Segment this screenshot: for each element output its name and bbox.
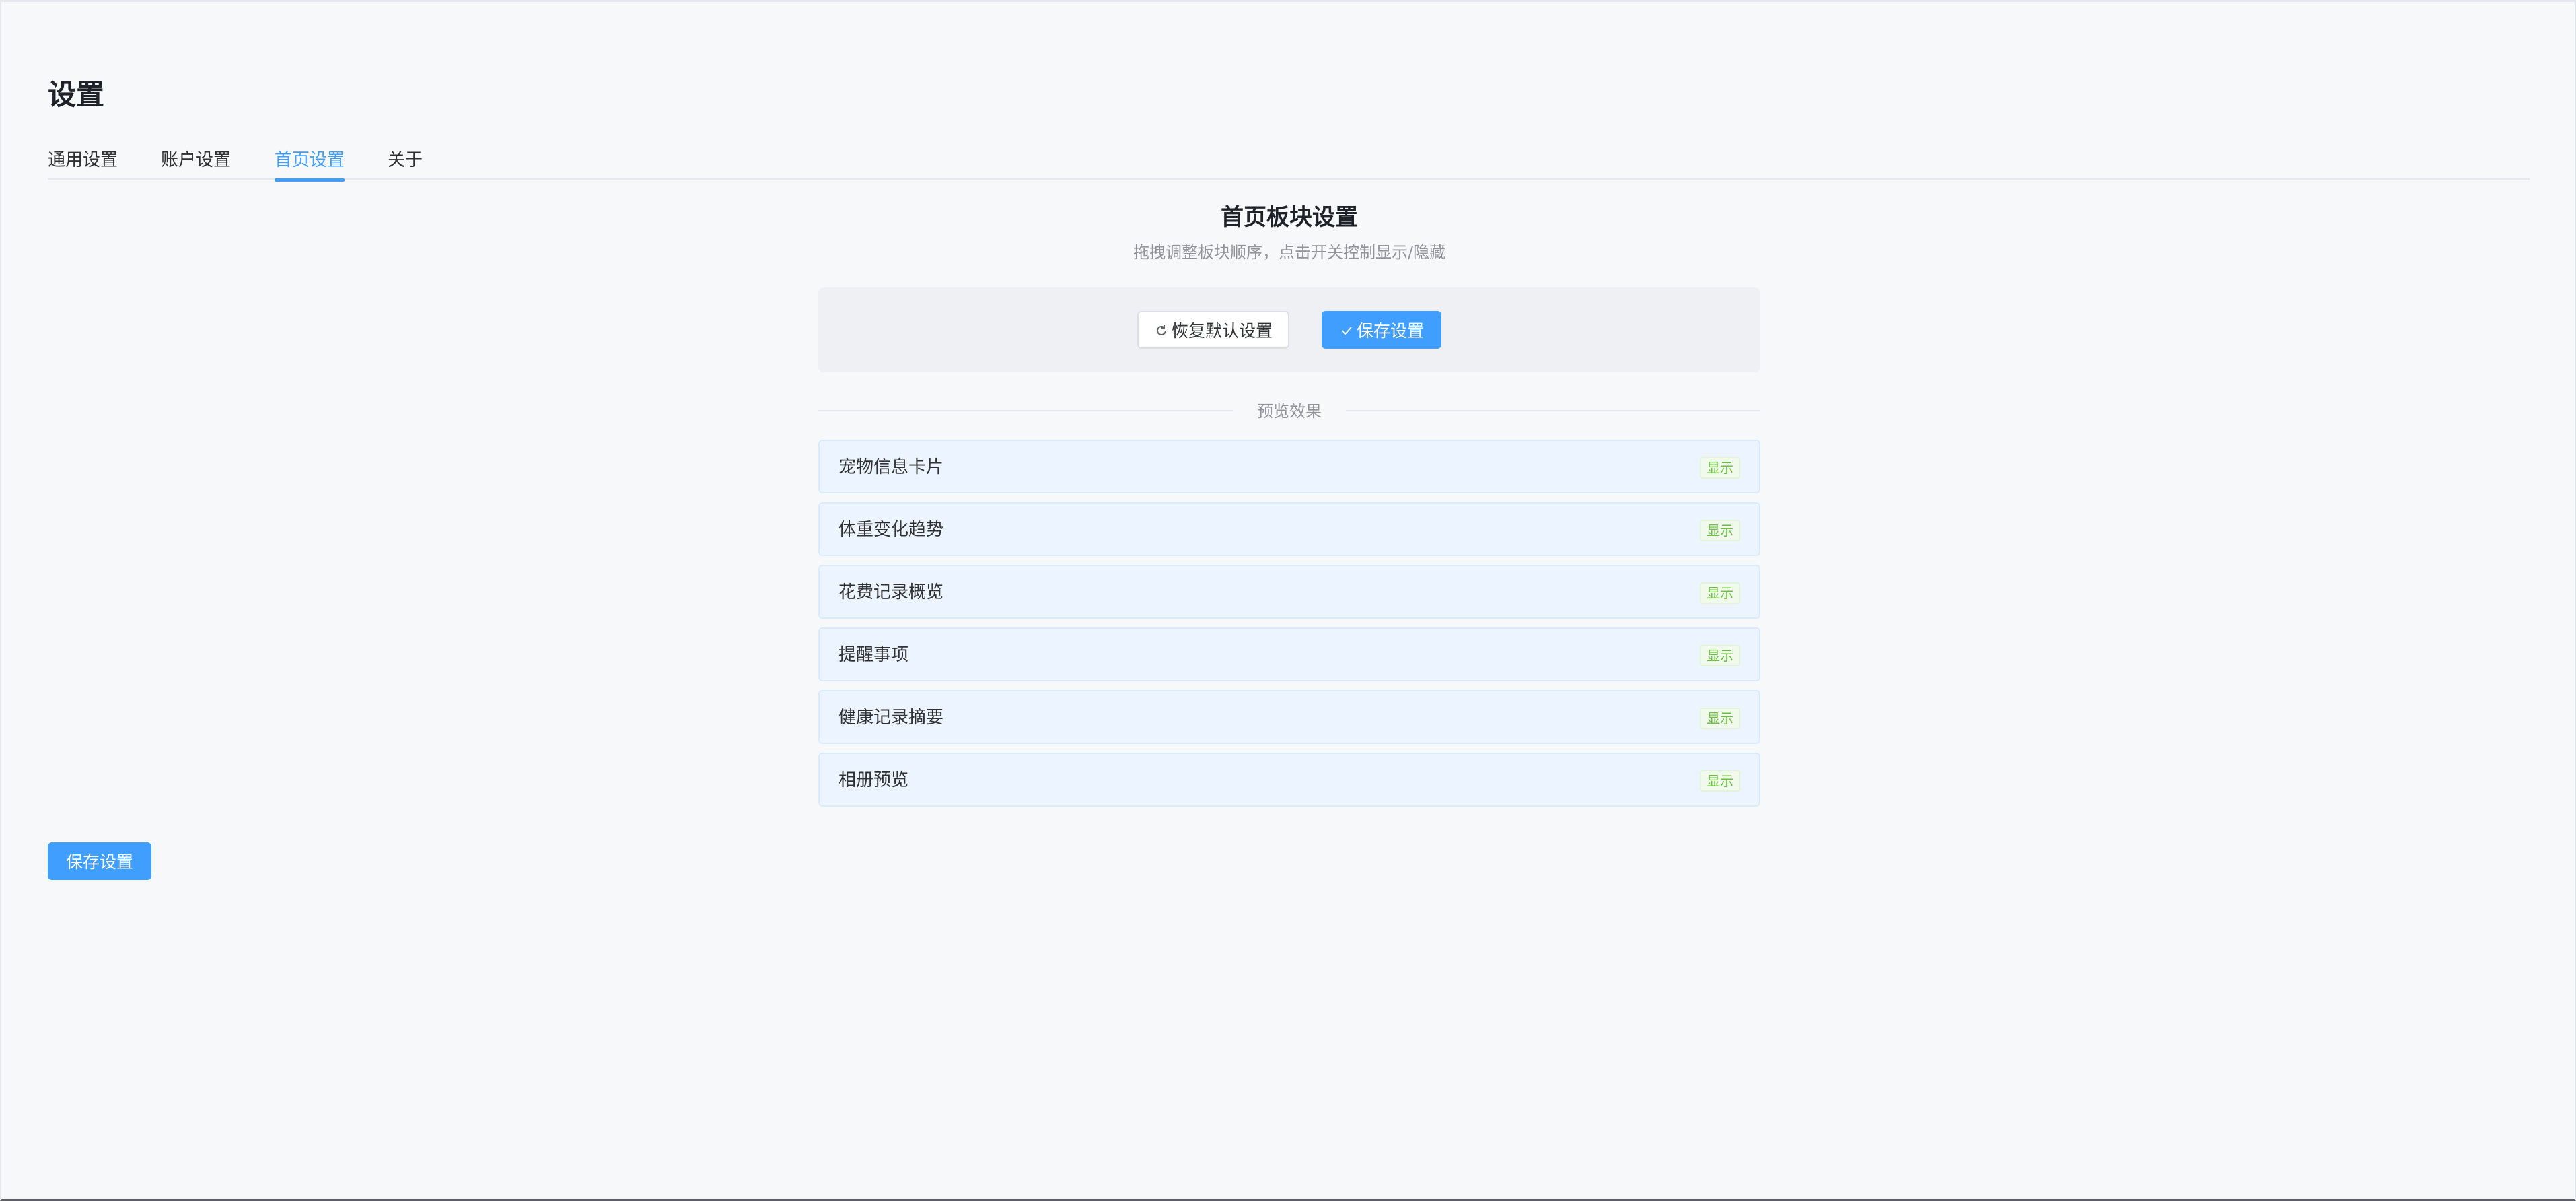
- tab-homepage[interactable]: 首页设置: [275, 146, 345, 182]
- section-item-label: 健康记录摘要: [838, 708, 944, 728]
- status-badge: 显示: [1700, 645, 1740, 666]
- status-badge: 显示: [1700, 582, 1740, 604]
- check-icon: [1339, 322, 1354, 337]
- section-item-label: 体重变化趋势: [838, 520, 944, 540]
- status-badge: 显示: [1700, 520, 1740, 541]
- section-item-label: 相册预览: [838, 770, 909, 790]
- status-badge: 显示: [1700, 770, 1740, 792]
- section-subtitle: 拖拽调整板块顺序，点击开关控制显示/隐藏: [1133, 243, 1446, 262]
- bottom-save-button[interactable]: 保存设置: [48, 842, 151, 880]
- list-item[interactable]: 体重变化趋势 显示: [818, 502, 1760, 556]
- settings-page: 设置 通用设置 账户设置 首页设置 关于 首页板块设置 拖拽调整板块顺序，点击开…: [0, 0, 2576, 1201]
- tab-about[interactable]: 关于: [388, 146, 423, 180]
- section-item-label: 花费记录概览: [838, 582, 944, 603]
- status-badge: 显示: [1700, 708, 1740, 729]
- tab-account[interactable]: 账户设置: [161, 146, 231, 180]
- list-item[interactable]: 宠物信息卡片 显示: [818, 440, 1760, 493]
- reset-default-label: 恢复默认设置: [1171, 321, 1273, 341]
- save-settings-label: 保存设置: [1356, 321, 1424, 341]
- list-item[interactable]: 花费记录概览 显示: [818, 565, 1760, 619]
- list-item[interactable]: 提醒事项 显示: [818, 627, 1760, 681]
- tab-general[interactable]: 通用设置: [48, 146, 118, 180]
- page-title: 设置: [48, 78, 105, 111]
- section-item-label: 宠物信息卡片: [838, 457, 944, 477]
- preview-divider-label: 预览效果: [1233, 398, 1346, 425]
- section-title: 首页板块设置: [1221, 204, 1358, 231]
- settings-tabs: 通用设置 账户设置 首页设置 关于: [48, 142, 2530, 182]
- list-item[interactable]: 健康记录摘要 显示: [818, 690, 1760, 744]
- save-settings-button[interactable]: 保存设置: [1322, 311, 1441, 349]
- section-item-label: 提醒事项: [838, 645, 909, 665]
- action-toolbar: 恢复默认设置 保存设置: [818, 287, 1760, 372]
- refresh-icon: [1154, 322, 1169, 337]
- list-item[interactable]: 相册预览 显示: [818, 753, 1760, 807]
- status-badge: 显示: [1700, 457, 1740, 479]
- reset-default-button[interactable]: 恢复默认设置: [1137, 311, 1289, 349]
